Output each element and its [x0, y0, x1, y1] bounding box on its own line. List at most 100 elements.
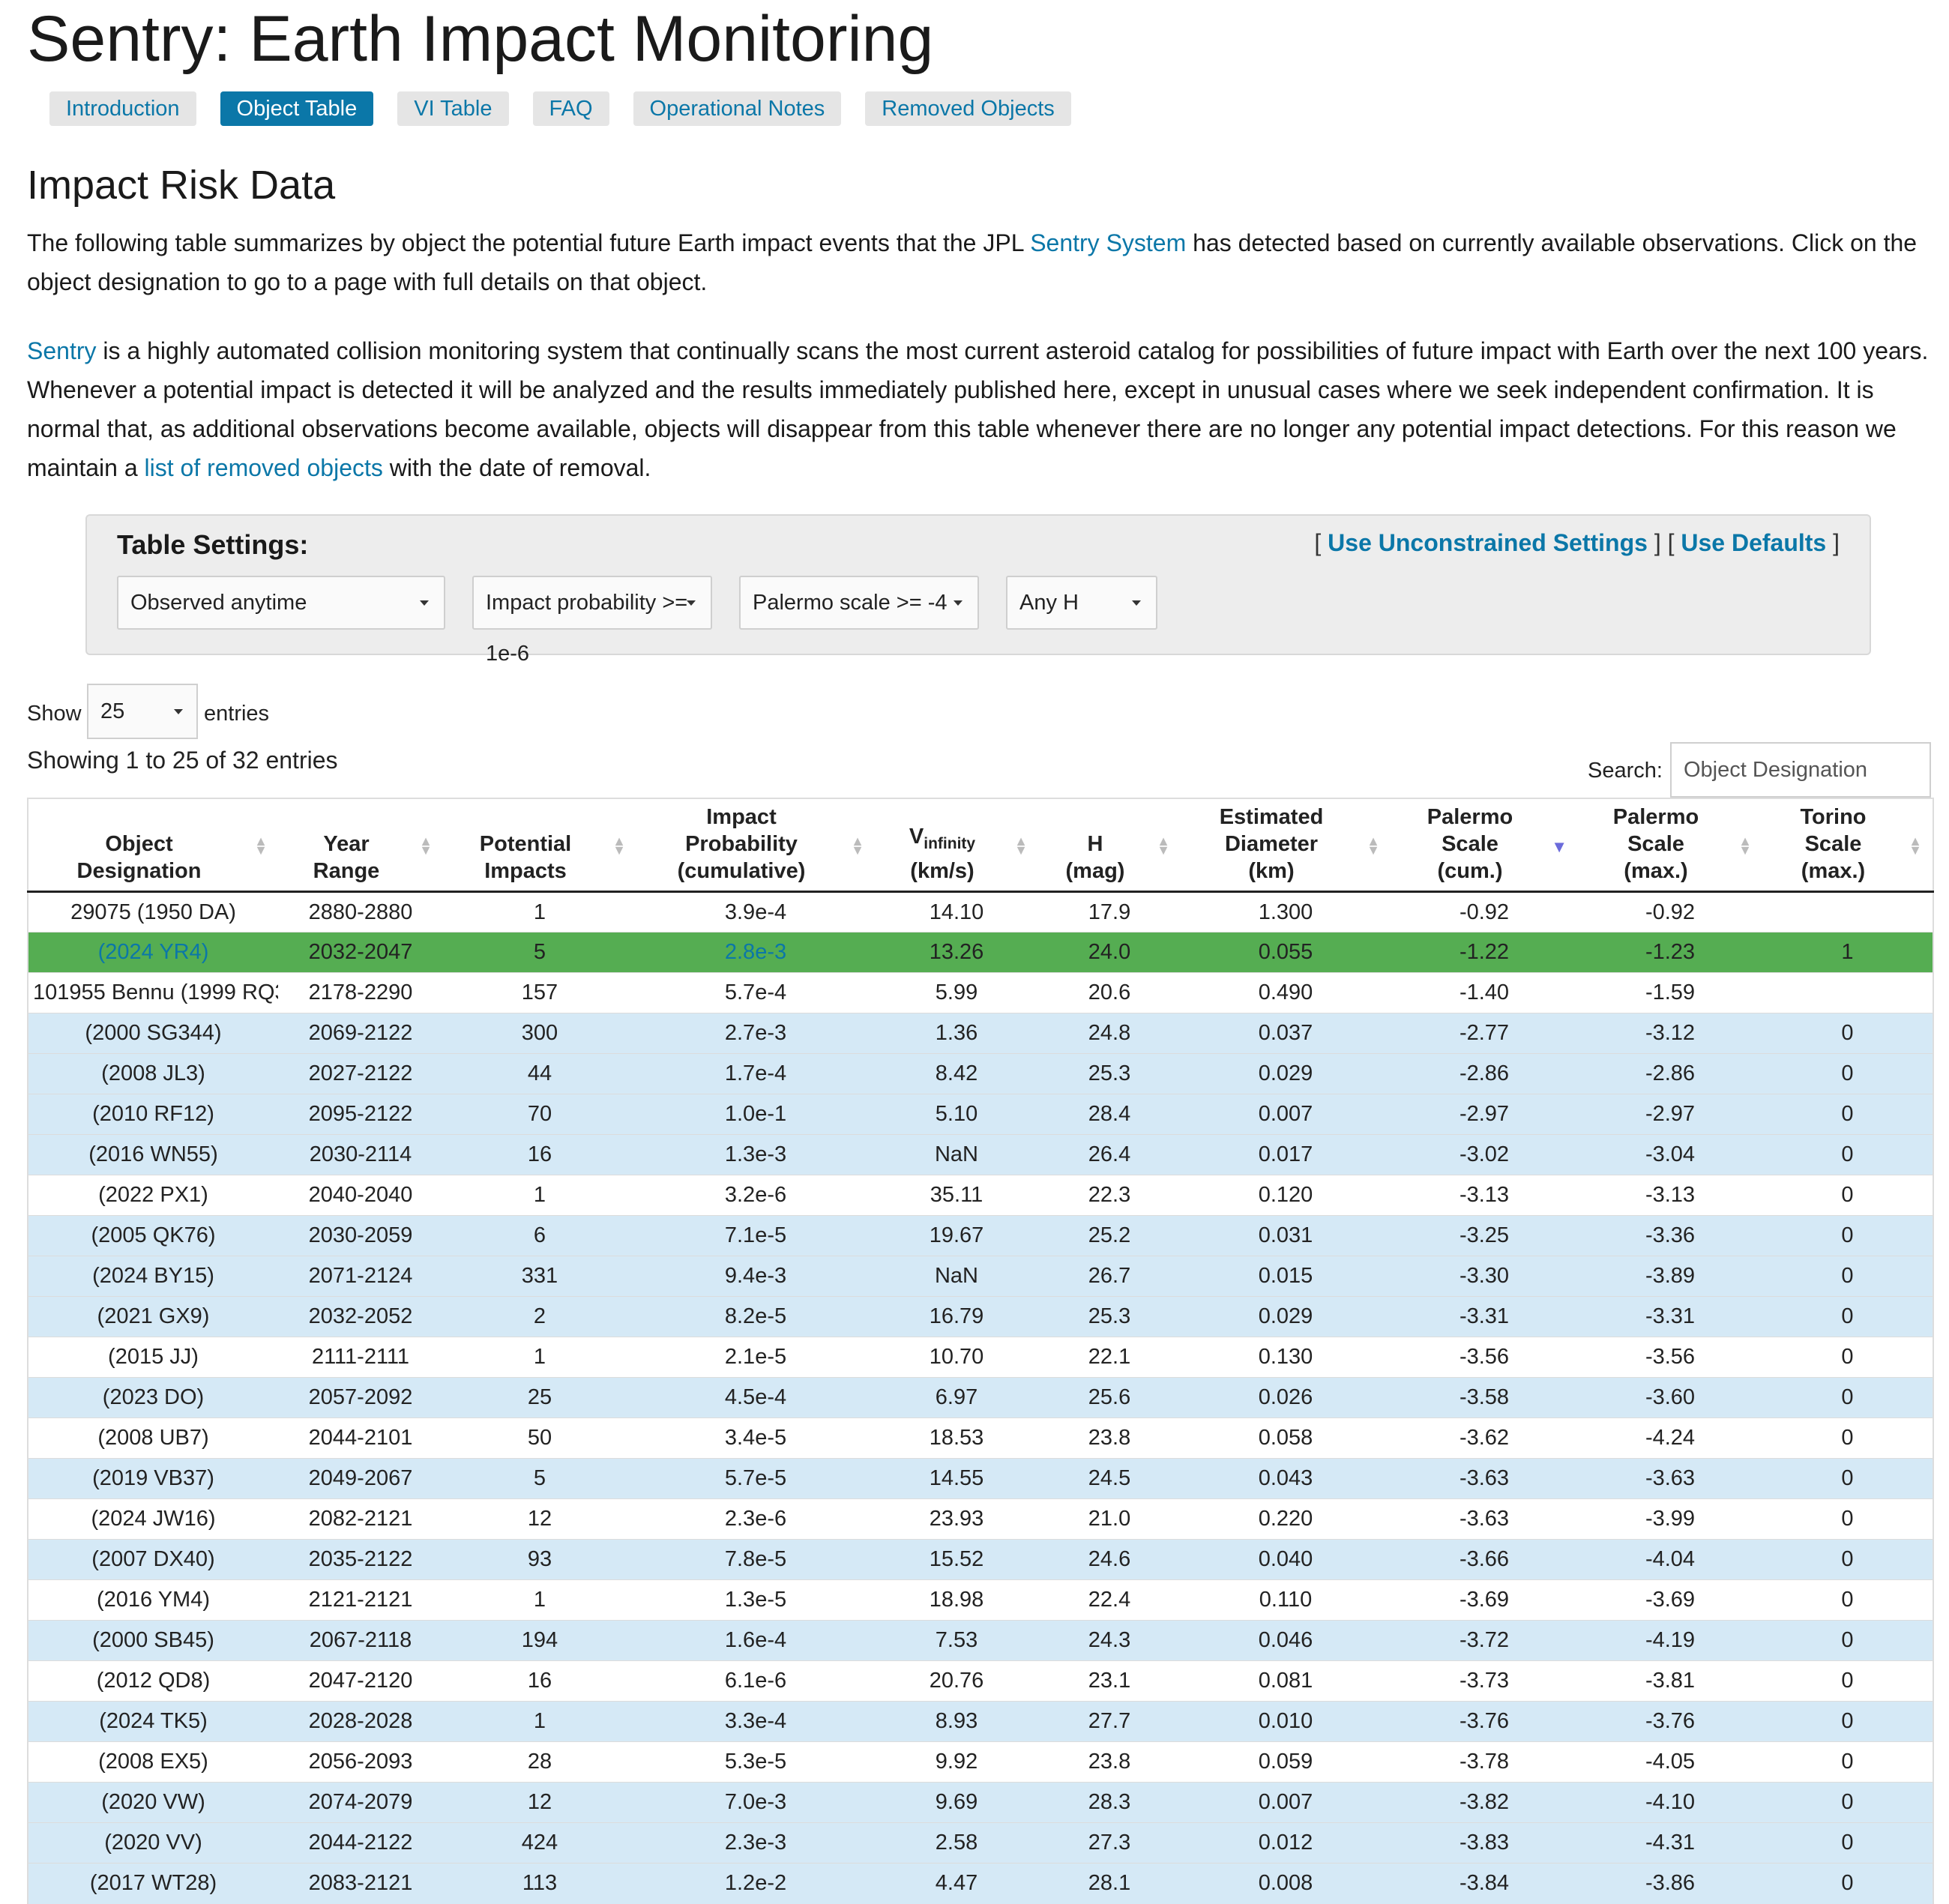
cell-designation-link[interactable]: (2008 EX5)	[28, 1741, 278, 1783]
cell-potential-impacts: 331	[443, 1256, 636, 1297]
cell-designation-link[interactable]: (2024 JW16)	[28, 1498, 278, 1540]
cell-impact-probability-link[interactable]: 2.3e-6	[636, 1498, 875, 1540]
cell-v-infinity: 14.55	[875, 1458, 1038, 1499]
cell-v-infinity: 1.36	[875, 1013, 1038, 1054]
cell-palermo-max: -1.59	[1578, 972, 1762, 1013]
cell-impact-probability-link[interactable]: 7.8e-5	[636, 1539, 875, 1580]
col-impact-probability[interactable]: Impact Probability (cumulative) ▲ ▼	[636, 798, 875, 893]
cell-palermo-max: -3.99	[1578, 1498, 1762, 1540]
cell-designation-link[interactable]: 101955 Bennu (1999 RQ36)	[28, 972, 278, 1013]
observed-filter-select[interactable]: Observed anytime	[117, 576, 445, 630]
col-object-designation[interactable]: Object Designation ▲ ▼	[28, 798, 278, 893]
cell-impact-probability-link[interactable]: 5.7e-5	[636, 1458, 875, 1499]
cell-palermo-cum: -3.83	[1391, 1822, 1578, 1864]
cell-impact-probability-link[interactable]: 8.2e-5	[636, 1296, 875, 1337]
cell-impact-probability-link[interactable]: 1.0e-1	[636, 1094, 875, 1135]
tab-introduction[interactable]: Introduction	[49, 91, 196, 126]
cell-designation-link[interactable]: (2008 UB7)	[28, 1418, 278, 1459]
cell-potential-impacts: 50	[443, 1418, 636, 1459]
cell-estimated-diameter: 0.081	[1181, 1660, 1391, 1702]
cell-impact-probability-link[interactable]: 7.1e-5	[636, 1215, 875, 1256]
cell-designation-link[interactable]: (2016 WN55)	[28, 1134, 278, 1175]
use-unconstrained-settings-link[interactable]: Use Unconstrained Settings	[1328, 529, 1648, 556]
col-potential-impacts[interactable]: Potential Impacts ▲ ▼	[443, 798, 636, 893]
cell-year-range: 2035-2122	[278, 1539, 443, 1580]
cell-impact-probability-link[interactable]: 3.3e-4	[636, 1701, 875, 1742]
cell-impact-probability-link[interactable]: 2.1e-5	[636, 1337, 875, 1378]
cell-impact-probability-link[interactable]: 1.3e-5	[636, 1579, 875, 1621]
col-palermo-max[interactable]: Palermo Scale (max.) ▲ ▼	[1578, 798, 1762, 893]
cell-impact-probability-link[interactable]: 7.0e-3	[636, 1782, 875, 1823]
table-row: (2008 JL3) 2027-2122 44 1.7e-4 8.42 25.3 0.029…	[28, 1053, 1933, 1094]
tab-object-table[interactable]: Object Table	[220, 91, 374, 126]
cell-impact-probability-link[interactable]: 1.7e-4	[636, 1053, 875, 1094]
cell-designation-link[interactable]: (2007 DX40)	[28, 1539, 278, 1580]
cell-impact-probability-link[interactable]: 1.6e-4	[636, 1620, 875, 1661]
cell-impact-probability-link[interactable]: 3.9e-4	[636, 891, 875, 933]
cell-designation-link[interactable]: (2005 QK76)	[28, 1215, 278, 1256]
tab-operational-notes[interactable]: Operational Notes	[633, 91, 842, 126]
cell-impact-probability-link[interactable]: 2.8e-3	[636, 932, 875, 973]
intro-paragraph-2: Sentry is a highly automated collision m…	[27, 331, 1931, 487]
select-value: Impact probability >= 1e-6	[486, 591, 688, 666]
palermo-scale-select[interactable]: Palermo scale >= -4	[739, 576, 979, 630]
h-magnitude-select[interactable]: Any H	[1006, 576, 1157, 630]
cell-designation-link[interactable]: (2015 JJ)	[28, 1337, 278, 1378]
cell-designation-link[interactable]: (2008 JL3)	[28, 1053, 278, 1094]
sentry-link[interactable]: Sentry	[27, 337, 96, 364]
tab-vi-table[interactable]: VI Table	[397, 91, 509, 126]
cell-palermo-max: -0.92	[1578, 891, 1762, 933]
cell-impact-probability-link[interactable]: 1.2e-2	[636, 1863, 875, 1904]
cell-impact-probability-link[interactable]: 2.3e-3	[636, 1822, 875, 1864]
cell-impact-probability-link[interactable]: 1.3e-3	[636, 1134, 875, 1175]
col-estimated-diameter[interactable]: Estimated Diameter (km) ▲ ▼	[1181, 798, 1391, 893]
cell-designation-link[interactable]: (2012 QD8)	[28, 1660, 278, 1702]
cell-designation-link[interactable]: (2021 GX9)	[28, 1296, 278, 1337]
cell-palermo-cum: -3.73	[1391, 1660, 1578, 1702]
cell-impact-probability-link[interactable]: 5.3e-5	[636, 1741, 875, 1783]
cell-designation-link[interactable]: (2019 VB37)	[28, 1458, 278, 1499]
cell-potential-impacts: 194	[443, 1620, 636, 1661]
tab-faq[interactable]: FAQ	[532, 91, 609, 126]
col-h-mag[interactable]: H (mag) ▲ ▼	[1038, 798, 1181, 893]
cell-impact-probability-link[interactable]: 3.2e-6	[636, 1175, 875, 1216]
impact-probability-select[interactable]: Impact probability >= 1e-6	[472, 576, 712, 666]
cell-designation-link[interactable]: (2016 YM4)	[28, 1579, 278, 1621]
cell-designation-link[interactable]: (2024 BY15)	[28, 1256, 278, 1297]
cell-impact-probability-link[interactable]: 5.7e-4	[636, 972, 875, 1013]
cell-palermo-cum: -3.13	[1391, 1175, 1578, 1216]
cell-v-infinity: 20.76	[875, 1660, 1038, 1702]
cell-designation-link[interactable]: (2017 WT28)	[28, 1863, 278, 1904]
cell-designation-link[interactable]: (2024 TK5)	[28, 1701, 278, 1742]
cell-impact-probability-link[interactable]: 6.1e-6	[636, 1660, 875, 1702]
page-length-select[interactable]: 25	[87, 684, 198, 739]
search-input[interactable]	[1670, 742, 1931, 798]
cell-designation-link[interactable]: (2023 DO)	[28, 1377, 278, 1418]
removed-objects-link[interactable]: list of removed objects	[145, 454, 383, 481]
col-palermo-cum[interactable]: Palermo Scale (cum.) ▼	[1391, 798, 1578, 893]
cell-impact-probability-link[interactable]: 4.5e-4	[636, 1377, 875, 1418]
use-defaults-link[interactable]: Use Defaults	[1681, 529, 1826, 556]
col-v-infinity[interactable]: Vinfinity (km/s) ▲ ▼	[875, 798, 1038, 893]
cell-torino-max: 0	[1762, 1418, 1933, 1459]
cell-designation-link[interactable]: (2020 VV)	[28, 1822, 278, 1864]
cell-palermo-max: -3.31	[1578, 1296, 1762, 1337]
cell-designation-link[interactable]: 29075 (1950 DA)	[28, 891, 278, 933]
cell-v-infinity: 13.26	[875, 932, 1038, 973]
tab-removed-objects[interactable]: Removed Objects	[865, 91, 1071, 126]
settings-title: Table Settings:	[117, 529, 309, 560]
cell-designation-link[interactable]: (2020 VW)	[28, 1782, 278, 1823]
col-torino-max[interactable]: Torino Scale (max.) ▲ ▼	[1762, 798, 1933, 893]
cell-impact-probability-link[interactable]: 2.7e-3	[636, 1013, 875, 1054]
cell-designation-link[interactable]: (2000 SG344)	[28, 1013, 278, 1054]
bracket: [	[1314, 529, 1322, 556]
cell-designation-link[interactable]: (2022 PX1)	[28, 1175, 278, 1216]
cell-impact-probability-link[interactable]: 9.4e-3	[636, 1256, 875, 1297]
col-year-range[interactable]: Year Range ▲ ▼	[278, 798, 443, 893]
cell-designation-link[interactable]: (2000 SB45)	[28, 1620, 278, 1661]
cell-impact-probability-link[interactable]: 3.4e-5	[636, 1418, 875, 1459]
cell-designation-link[interactable]: (2024 YR4)	[28, 932, 278, 973]
sentry-system-link[interactable]: Sentry System	[1030, 229, 1186, 256]
cell-palermo-max: -3.12	[1578, 1013, 1762, 1054]
cell-designation-link[interactable]: (2010 RF12)	[28, 1094, 278, 1135]
